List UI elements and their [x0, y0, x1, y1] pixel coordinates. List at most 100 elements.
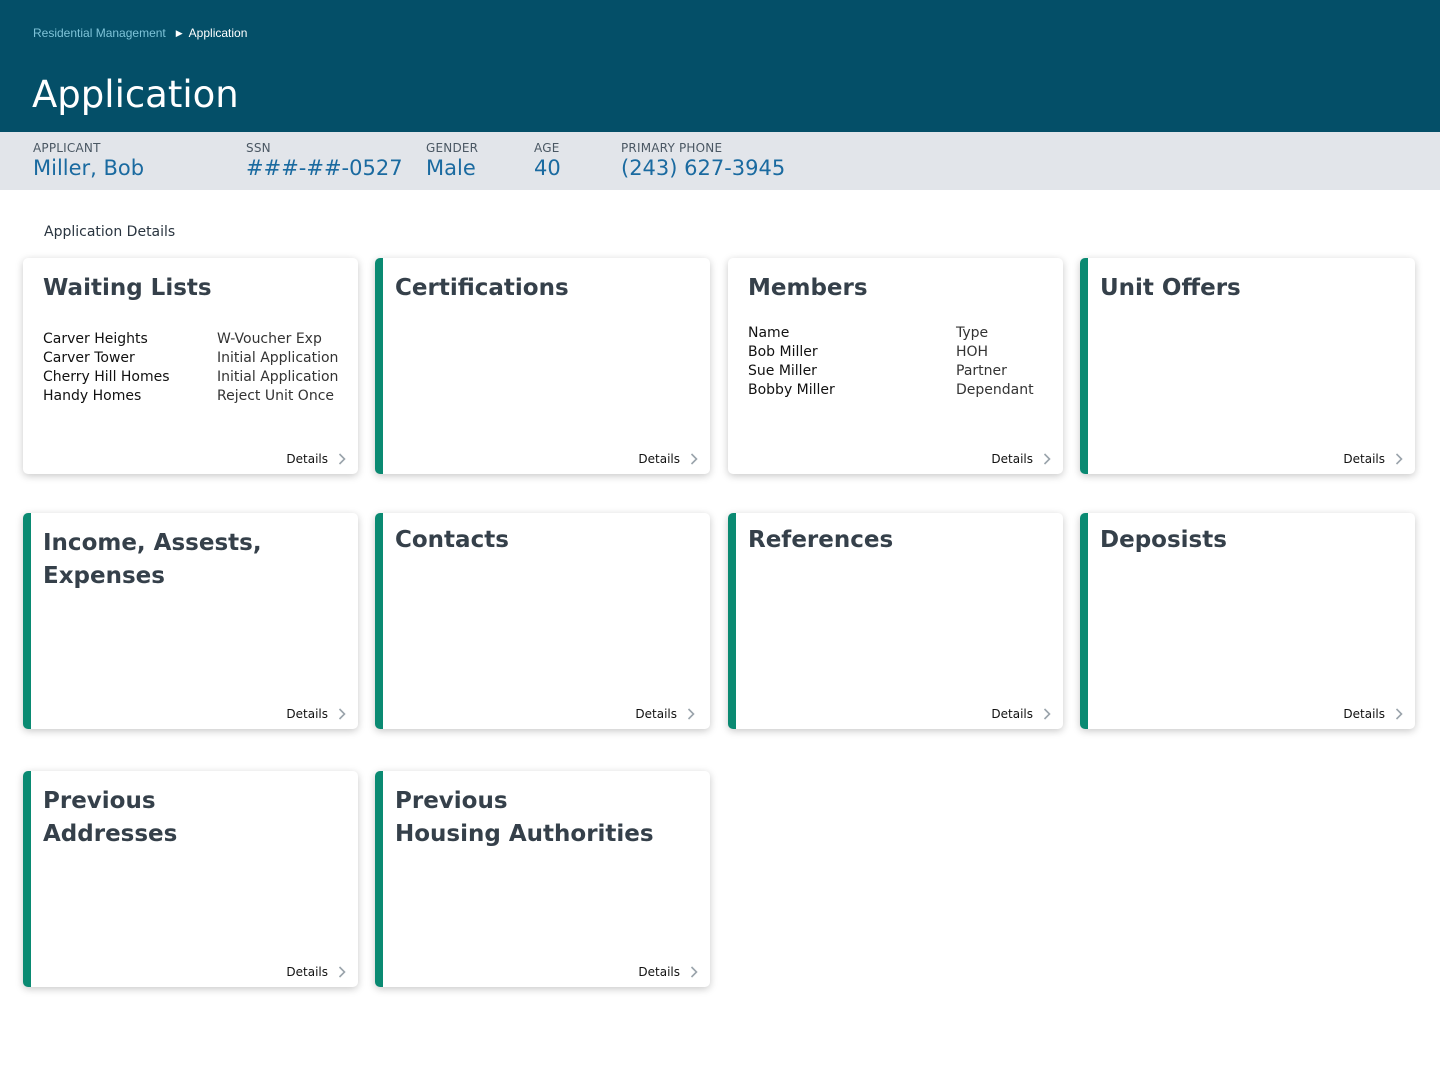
- card-title-unit-offers: Unit Offers: [1100, 275, 1241, 301]
- member-name: Sue Miller: [748, 363, 817, 379]
- waiting-list-type: Initial Application: [217, 369, 339, 385]
- card-unit-offers[interactable]: Unit Offers Details: [1080, 258, 1415, 474]
- chevron-right-icon: [1043, 708, 1051, 720]
- applicant-value: Miller, Bob: [33, 156, 145, 180]
- ssn-field: SSN ###-##-0527: [246, 141, 403, 180]
- page-header: Residential Management ▶ Application App…: [0, 0, 1440, 132]
- card-title-certifications: Certifications: [395, 275, 569, 301]
- waiting-list-name: Carver Heights: [43, 331, 148, 347]
- age-label: AGE: [534, 141, 560, 155]
- waiting-list-type: Reject Unit Once: [217, 388, 335, 404]
- card-income-assets-expenses[interactable]: Income, Assests, Expenses Details: [23, 513, 358, 729]
- details-label: Details: [1343, 707, 1385, 721]
- card-members[interactable]: Members Name Type Bob Miller HOH Sue Mil…: [728, 258, 1063, 474]
- waiting-list-name: Handy Homes: [43, 388, 142, 404]
- breadcrumb-current: Application: [188, 26, 248, 40]
- card-title-line: Previous: [395, 788, 508, 814]
- card-waiting-lists[interactable]: Waiting Lists Carver Heights W-Voucher E…: [23, 258, 358, 474]
- certifications-details-link[interactable]: Details: [638, 452, 698, 466]
- card-previous-addresses[interactable]: Previous Addresses Details: [23, 771, 358, 987]
- age-value: 40: [534, 156, 561, 180]
- card-title-deposits: Deposists: [1100, 527, 1227, 553]
- members-column-type: Type: [956, 325, 989, 341]
- waiting-list-name: Carver Tower: [43, 350, 135, 366]
- members-header-row: Name Type: [748, 324, 988, 343]
- card-title-line: Previous: [43, 788, 156, 814]
- waiting-list-type: W-Voucher Exp: [217, 331, 322, 347]
- waiting-list-name: Cherry Hill Homes: [43, 369, 170, 385]
- details-label: Details: [286, 707, 328, 721]
- unit-offers-details-link[interactable]: Details: [1343, 452, 1403, 466]
- chevron-right-icon: [1395, 453, 1403, 465]
- details-label: Details: [1343, 452, 1385, 466]
- details-label: Details: [638, 452, 680, 466]
- card-contacts[interactable]: Contacts Details: [375, 513, 710, 729]
- chevron-right-icon: [338, 453, 346, 465]
- list-item: Bob Miller HOH: [748, 343, 988, 362]
- card-title-line: Expenses: [43, 563, 165, 589]
- chevron-right-icon: [690, 453, 698, 465]
- chevron-right-icon: [338, 966, 346, 978]
- contacts-details-link[interactable]: Details: [635, 707, 695, 721]
- chevron-right-icon: [338, 708, 346, 720]
- breadcrumb: Residential Management ▶ Application: [33, 26, 247, 40]
- applicant-field: APPLICANT Miller, Bob: [33, 141, 144, 180]
- chevron-right-icon: [1395, 708, 1403, 720]
- list-item: Bobby Miller Dependant: [748, 381, 1034, 400]
- card-title-line: Addresses: [43, 821, 178, 847]
- primary-phone-label: PRIMARY PHONE: [621, 141, 723, 155]
- details-label: Details: [286, 452, 328, 466]
- deposits-details-link[interactable]: Details: [1343, 707, 1403, 721]
- list-item: Carver Heights W-Voucher Exp: [43, 330, 322, 349]
- member-name: Bob Miller: [748, 344, 818, 360]
- gender-value: Male: [426, 156, 476, 180]
- member-type: Partner: [956, 363, 1007, 379]
- ssn-value: ###-##-0527: [246, 156, 403, 180]
- gender-field: GENDER Male: [426, 141, 478, 180]
- previous-addresses-details-link[interactable]: Details: [286, 965, 346, 979]
- section-label-application-details: Application Details: [44, 224, 176, 240]
- list-item: Carver Tower Initial Application: [43, 349, 338, 368]
- card-deposits[interactable]: Deposists Details: [1080, 513, 1415, 729]
- previous-housing-details-link[interactable]: Details: [638, 965, 698, 979]
- waiting-lists-details-link[interactable]: Details: [286, 452, 346, 466]
- applicant-info-bar: APPLICANT Miller, Bob SSN ###-##-0527 GE…: [0, 132, 1440, 190]
- member-type: HOH: [956, 344, 989, 360]
- age-field: AGE 40: [534, 141, 561, 180]
- card-previous-housing-authorities[interactable]: Previous Housing Authorities Details: [375, 771, 710, 987]
- card-title-previous-housing-authorities: Previous Housing Authorities: [395, 785, 654, 851]
- primary-phone-field: PRIMARY PHONE (243) 627-3945: [621, 141, 785, 180]
- card-title-references: References: [748, 527, 894, 553]
- details-label: Details: [635, 707, 677, 721]
- list-item: Cherry Hill Homes Initial Application: [43, 368, 338, 387]
- details-label: Details: [286, 965, 328, 979]
- income-details-link[interactable]: Details: [286, 707, 346, 721]
- members-column-name: Name: [748, 325, 790, 341]
- card-references[interactable]: References Details: [728, 513, 1063, 729]
- breadcrumb-separator-icon: ▶: [175, 27, 183, 38]
- member-type: Dependant: [956, 382, 1034, 398]
- page-title: Application: [32, 73, 239, 116]
- list-item: Sue Miller Partner: [748, 362, 1007, 381]
- gender-label: GENDER: [426, 141, 479, 155]
- card-title-members: Members: [748, 275, 868, 301]
- card-title-waiting-lists: Waiting Lists: [43, 275, 212, 301]
- breadcrumb-residential-management-link[interactable]: Residential Management: [33, 26, 166, 40]
- applicant-label: APPLICANT: [33, 141, 101, 155]
- chevron-right-icon: [1043, 453, 1051, 465]
- card-certifications[interactable]: Certifications Details: [375, 258, 710, 474]
- chevron-right-icon: [687, 708, 695, 720]
- ssn-label: SSN: [246, 141, 271, 155]
- chevron-right-icon: [690, 966, 698, 978]
- card-title-previous-addresses: Previous Addresses: [43, 785, 177, 851]
- card-title-line: Income, Assests,: [43, 530, 262, 556]
- card-title-line: Housing Authorities: [395, 821, 654, 847]
- details-label: Details: [991, 452, 1033, 466]
- list-item: Handy Homes Reject Unit Once: [43, 387, 334, 406]
- members-details-link[interactable]: Details: [991, 452, 1051, 466]
- references-details-link[interactable]: Details: [991, 707, 1051, 721]
- details-label: Details: [638, 965, 680, 979]
- details-label: Details: [991, 707, 1033, 721]
- member-name: Bobby Miller: [748, 382, 835, 398]
- primary-phone-value: (243) 627-3945: [621, 156, 786, 180]
